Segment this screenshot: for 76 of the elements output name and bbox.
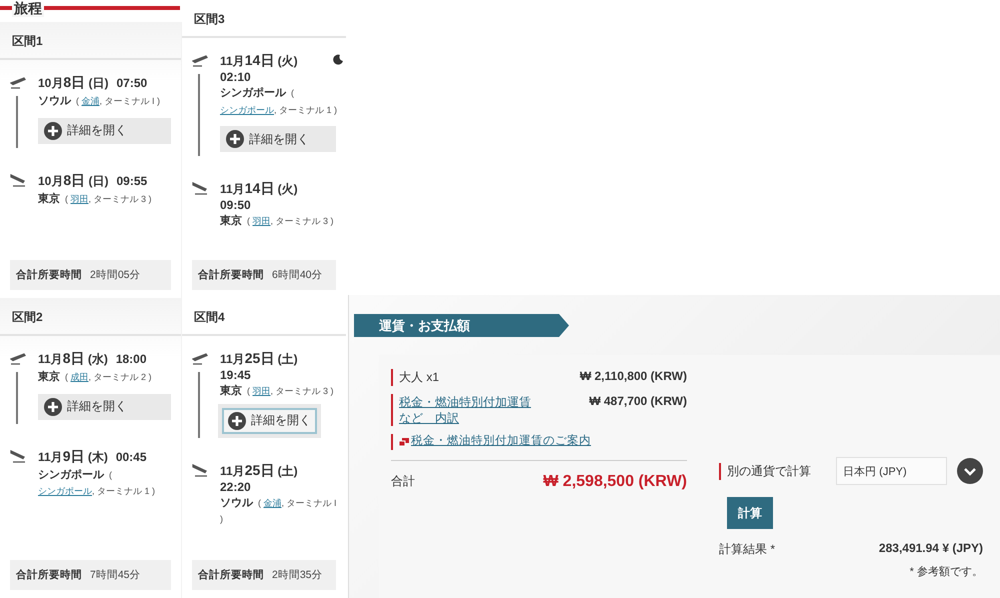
flight-time: 02:10 xyxy=(220,70,251,84)
duration-label: 合計所要時間 xyxy=(16,568,82,582)
airport-link[interactable]: 羽田 xyxy=(252,216,270,226)
duration-label: 合計所要時間 xyxy=(198,268,264,282)
flight-time: 22:20 xyxy=(220,480,251,494)
duration-value: 2時間05分 xyxy=(90,268,141,282)
flight-date: 11月 8日 (水) xyxy=(38,350,108,368)
details-button[interactable]: 詳細を開く xyxy=(38,394,171,420)
duration-value: 6時間40分 xyxy=(272,268,323,282)
converter-label: 別の通貨で計算 xyxy=(719,462,826,480)
plus-icon xyxy=(228,412,246,430)
currency-select[interactable]: 日本円 (JPY) xyxy=(836,457,947,485)
duration-value: 2時間35分 xyxy=(272,568,323,582)
flight-time: 09:50 xyxy=(220,198,251,212)
result-value: 283,491.94 ¥ (JPY) xyxy=(878,541,983,557)
landing-icon xyxy=(192,181,208,195)
section-banner: 運賃・お支払額 xyxy=(354,314,569,337)
flight-time: 19:45 xyxy=(220,368,251,382)
place-text: 東京 ( 羽田, ターミナル 3 ) xyxy=(38,192,153,206)
place-text: ソウル ( 金浦, ターミナル I ) xyxy=(220,496,338,526)
airport-link[interactable]: 金浦 xyxy=(82,96,100,106)
total-amount: ₩ 2,598,500 (KRW) xyxy=(543,472,687,491)
flight-date: 11月 14日 (火) xyxy=(220,52,298,70)
landing-icon xyxy=(10,448,26,462)
landing-icon xyxy=(192,462,208,476)
place-text: シンガポール ( シンガポール, ターミナル 1 ) xyxy=(38,468,156,498)
details-button[interactable]: 詳細を開く xyxy=(38,118,171,144)
segment-label: 区間1 xyxy=(12,33,43,50)
airport-link[interactable]: 羽田 xyxy=(252,386,270,396)
takeoff-icon xyxy=(192,53,208,67)
total-label: 合計 xyxy=(391,472,415,490)
fare-amount: ₩ 487,700 (KRW) xyxy=(589,394,687,408)
place-text: ソウル ( 金浦, ターミナル I ) xyxy=(38,94,161,109)
duration-label: 合計所要時間 xyxy=(16,268,82,282)
duration-value: 7時間45分 xyxy=(90,568,141,582)
place-text: 東京 ( 羽田, ターミナル 3 ) xyxy=(220,384,335,399)
fare-label: 大人 x1 xyxy=(399,369,440,386)
airport-link[interactable]: 成田 xyxy=(70,372,88,382)
result-label: 計算結果 * xyxy=(719,541,776,558)
flight-time: 00:45 xyxy=(116,450,147,464)
plus-icon xyxy=(226,130,244,148)
calculate-button[interactable]: 計算 xyxy=(727,497,773,529)
takeoff-icon xyxy=(10,351,26,365)
airport-link[interactable]: 金浦 xyxy=(264,498,282,508)
flight-date: 11月 9日 (木) xyxy=(38,448,108,466)
airport-link[interactable]: シンガポール xyxy=(220,104,274,114)
plus-icon xyxy=(44,398,62,416)
breakdown-link[interactable]: 税金・燃油特別付加運賃など 内訳 xyxy=(399,394,539,426)
airport-link[interactable]: シンガポール xyxy=(38,486,92,496)
segment-label: 区間4 xyxy=(194,309,225,326)
flight-date: 11月 25日 (土) xyxy=(220,462,298,480)
plus-icon xyxy=(44,122,62,140)
place-text: シンガポール ( シンガポール, ターミナル 1 ) xyxy=(220,86,338,117)
takeoff-icon xyxy=(10,75,26,89)
segment-label: 区間2 xyxy=(12,309,43,326)
flight-time: 18:00 xyxy=(116,352,147,366)
flight-date: 10月 8日 (日) xyxy=(38,172,108,190)
popup-icon xyxy=(399,438,409,446)
fare-amount: ₩ 2,110,800 (KRW) xyxy=(580,369,687,383)
reference-note: * 参考額です。 xyxy=(908,564,983,579)
duration-label: 合計所要時間 xyxy=(198,568,264,582)
landing-icon xyxy=(10,172,26,186)
details-button[interactable]: 詳細を開く xyxy=(220,126,336,152)
section-title: 旅程 xyxy=(12,0,44,17)
takeoff-icon xyxy=(192,351,208,365)
chevron-down-icon[interactable] xyxy=(957,458,983,484)
flight-date: 11月 14日 (火) xyxy=(220,180,298,198)
flight-time: 07:50 xyxy=(116,76,148,90)
flight-date: 10月 8日 (日) xyxy=(38,74,108,92)
airport-link[interactable]: 羽田 xyxy=(70,194,88,204)
segment-label: 区間3 xyxy=(194,11,225,28)
flight-time: 09:55 xyxy=(116,174,148,188)
place-text: 東京 ( 成田, ターミナル 2 ) xyxy=(38,370,153,385)
details-button[interactable]: 詳細を開く xyxy=(222,408,317,434)
place-text: 東京 ( 羽田, ターミナル 3 ) xyxy=(220,214,335,229)
flight-date: 11月 25日 (土) xyxy=(220,350,298,368)
